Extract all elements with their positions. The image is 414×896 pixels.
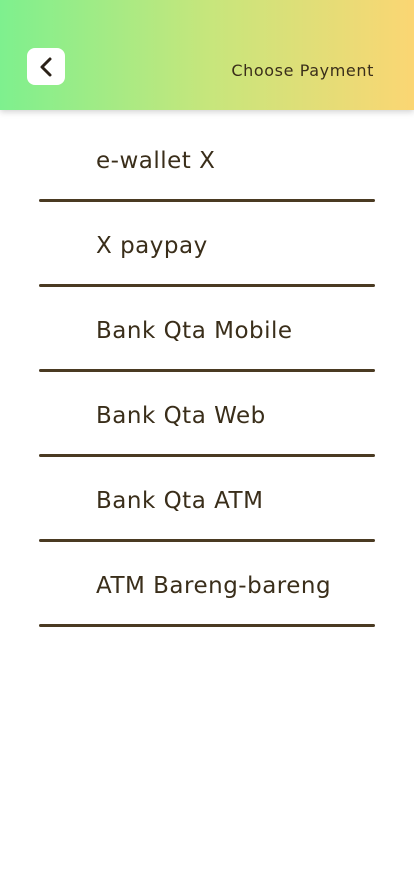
payment-method-atm-bareng-bareng[interactable]: ATM Bareng-bareng <box>0 543 414 628</box>
payment-method-bank-qta-web[interactable]: Bank Qta Web <box>0 373 414 458</box>
page-title: Choose Payment <box>231 61 374 80</box>
payment-method-list: e-wallet X X paypay Bank Qta Mobile Bank… <box>0 118 414 628</box>
divider <box>39 284 375 287</box>
back-button[interactable] <box>27 48 65 85</box>
payment-method-x-paypay[interactable]: X paypay <box>0 203 414 288</box>
payment-method-bank-qta-atm[interactable]: Bank Qta ATM <box>0 458 414 543</box>
payment-method-label: Bank Qta Mobile <box>96 318 293 344</box>
payment-method-label: Bank Qta ATM <box>96 488 264 514</box>
payment-method-label: X paypay <box>96 233 208 259</box>
app-header: Choose Payment <box>0 0 414 110</box>
divider <box>39 369 375 372</box>
payment-method-label: ATM Bareng-bareng <box>96 573 332 599</box>
payment-method-label: Bank Qta Web <box>96 403 266 429</box>
divider <box>39 539 375 542</box>
divider <box>39 199 375 202</box>
divider <box>39 454 375 457</box>
divider <box>39 624 375 627</box>
chevron-left-icon <box>40 57 52 76</box>
payment-method-bank-qta-mobile[interactable]: Bank Qta Mobile <box>0 288 414 373</box>
payment-method-label: e-wallet X <box>96 148 216 174</box>
payment-method-ewallet-x[interactable]: e-wallet X <box>0 118 414 203</box>
